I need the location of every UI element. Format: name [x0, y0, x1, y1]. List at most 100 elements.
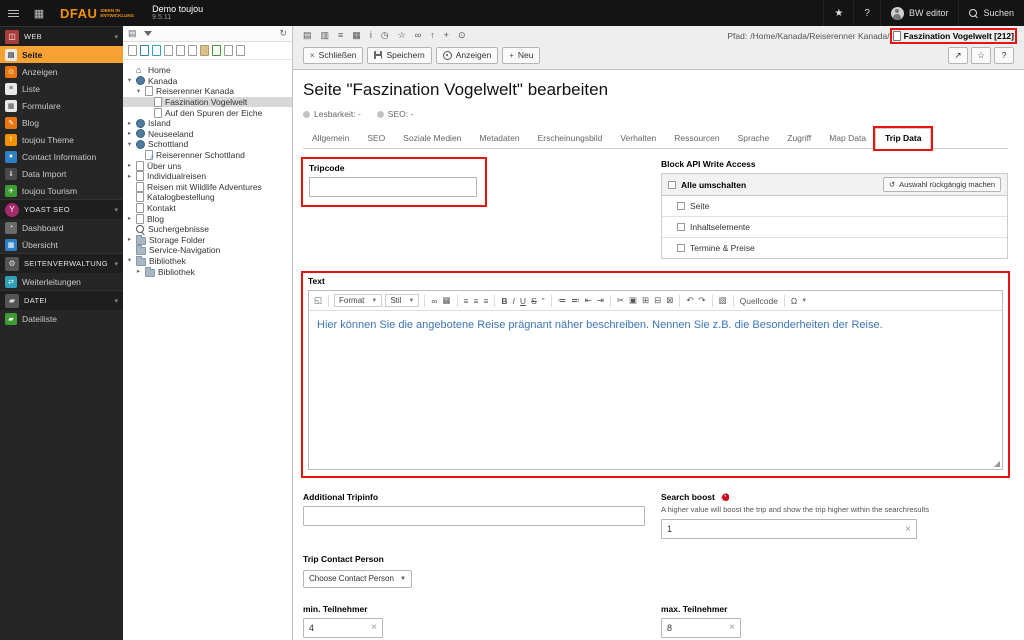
search-button[interactable]: Suchen	[958, 0, 1024, 26]
module-item-blog[interactable]: ✎ Blog	[0, 114, 123, 131]
indent-icon[interactable]: ⇥	[596, 295, 605, 306]
history-icon[interactable]: ◷	[381, 29, 389, 42]
refresh-icon[interactable]: ↻	[279, 28, 287, 39]
save-button[interactable]: Speichern	[367, 46, 432, 64]
max-participants-input[interactable]: 8 ×	[661, 617, 741, 638]
tree-expand-toggle[interactable]: ▸	[126, 130, 133, 137]
tree-node-ueber-uns[interactable]: ▸ Über uns	[123, 160, 292, 171]
tree-expand-toggle[interactable]: ▸	[135, 268, 142, 275]
tree-node-bibliothek-child[interactable]: ▸ Bibliothek	[123, 266, 292, 277]
module-item-data-import[interactable]: ⇓ Data Import	[0, 165, 123, 182]
tree-expand-toggle[interactable]: ▸	[126, 120, 133, 127]
special-char-icon[interactable]: Ω	[790, 296, 798, 306]
tab-ressourcen[interactable]: Ressourcen	[665, 129, 728, 148]
brand-logo[interactable]: DFAU IDEEN IN ENTWICKLUNG	[52, 0, 142, 26]
min-participants-input[interactable]: 4 ×	[303, 617, 383, 638]
menu-icon[interactable]: ≡	[338, 29, 343, 42]
tree-node-katalogbestellung[interactable]: Katalogbestellung	[123, 192, 292, 203]
redo-icon[interactable]: ↷	[697, 295, 706, 306]
drag-new-recycler-icon[interactable]	[212, 45, 221, 56]
clear-icon[interactable]: ×	[905, 524, 911, 535]
sourcecode-button[interactable]: Quellcode	[739, 296, 779, 306]
paste-word-icon[interactable]: ⊠	[665, 295, 674, 306]
drag-new-link-icon[interactable]	[152, 45, 161, 56]
open-in-window-button[interactable]: ↗	[948, 46, 968, 64]
bookmark-button[interactable]: ☆	[971, 46, 991, 64]
tree-node-storage-folder[interactable]: ▸ Storage Folder	[123, 234, 292, 246]
drag-new-shortcut-icon[interactable]	[140, 45, 149, 56]
image-icon[interactable]: ▧	[718, 295, 728, 306]
module-item-dashboard[interactable]: ◔ Dashboard	[0, 219, 123, 236]
clear-icon[interactable]: ×	[371, 622, 377, 633]
resize-handle[interactable]: ◢	[994, 459, 1000, 468]
user-record-icon[interactable]: ⊙	[458, 29, 466, 42]
tree-node-kontakt[interactable]: Kontakt	[123, 203, 292, 214]
align-left-icon[interactable]: ≡	[463, 296, 470, 306]
tree-node-home[interactable]: ⌂ Home	[123, 65, 292, 76]
drag-new-spacer-icon[interactable]	[176, 45, 185, 56]
tripinfo-input[interactable]	[303, 506, 645, 526]
columns-icon[interactable]: ▦	[352, 29, 361, 42]
tree-node-kanada[interactable]: ▾ Kanada	[123, 76, 292, 87]
strikethrough-icon[interactable]: S	[530, 296, 538, 306]
module-group-yoast[interactable]: Y YOAST SEO ▾	[0, 199, 123, 219]
info-icon[interactable]: i	[370, 29, 372, 42]
tab-allgemein[interactable]: Allgemein	[303, 129, 358, 148]
close-button[interactable]: × Schließen	[303, 46, 364, 64]
bold-icon[interactable]: B	[500, 296, 508, 306]
module-item-contact-information[interactable]: ● Contact Information	[0, 148, 123, 165]
drag-new-menu-icon[interactable]	[188, 45, 197, 56]
module-item-liste[interactable]: ≡ Liste	[0, 80, 123, 97]
tree-node-suchergebnisse[interactable]: Suchergebnisse	[123, 224, 292, 235]
clear-icon[interactable]: ×	[729, 622, 735, 633]
paste-icon[interactable]: ⊞	[641, 295, 650, 306]
new-button[interactable]: + Neu	[502, 46, 541, 64]
outdent-icon[interactable]: ⇤	[584, 295, 593, 306]
tree-node-auf-den-spuren-der-eiche[interactable]: Auf den Spuren der Eiche	[123, 107, 292, 118]
cut-icon[interactable]: ✂	[616, 295, 625, 306]
format-dropdown[interactable]: Format ▼	[334, 294, 383, 307]
undo-icon[interactable]: ↶	[685, 295, 694, 306]
tree-node-reisen-mit-wildlife-adventures[interactable]: Reisen mit Wildlife Adventures	[123, 181, 292, 193]
contact-select[interactable]: Choose Contact Person ▼	[303, 569, 412, 588]
up-level-icon[interactable]: ↑	[430, 29, 435, 42]
unordered-list-icon[interactable]: ≕	[570, 295, 581, 306]
checkbox[interactable]	[677, 223, 685, 231]
align-center-icon[interactable]: ≡	[472, 296, 479, 306]
tree-node-blog[interactable]: ▸ Blog	[123, 213, 292, 224]
link-icon[interactable]: ∞	[415, 29, 421, 42]
maximize-icon[interactable]: ◱	[313, 295, 323, 306]
module-group-seitenverwaltung[interactable]: ⚙ SEITENVERWALTUNG ▾	[0, 253, 123, 273]
checkbox[interactable]	[677, 202, 685, 210]
tripcode-input[interactable]	[309, 177, 477, 197]
tree-collapse-toggle[interactable]: ▾	[126, 141, 133, 148]
tree-node-individualreisen[interactable]: ▸ Individualreisen	[123, 171, 292, 182]
tree-collapse-toggle[interactable]: ▾	[126, 257, 133, 264]
module-item-formulare[interactable]: ▦ Formulare	[0, 97, 123, 114]
module-grid-button[interactable]: ▦	[26, 0, 52, 26]
copy-icon[interactable]: ▣	[628, 295, 638, 306]
tree-node-service-navigation[interactable]: Service-Navigation	[123, 245, 292, 256]
tree-node-bibliothek[interactable]: ▾ Bibliothek	[123, 255, 292, 267]
filter-icon[interactable]	[143, 31, 152, 36]
module-item-uebersicht[interactable]: ▦ Übersicht	[0, 236, 123, 253]
align-right-icon[interactable]: ≡	[482, 296, 489, 306]
drag-new-special-icon[interactable]	[236, 45, 245, 56]
current-record[interactable]: Faszination Vogelwelt [212]	[889, 27, 1018, 44]
tab-zugriff[interactable]: Zugriff	[778, 129, 820, 148]
link-icon[interactable]: ∞	[430, 296, 438, 306]
user-menu[interactable]: BW editor	[879, 0, 959, 26]
table-icon[interactable]: ▦	[441, 295, 451, 306]
module-item-dateiliste[interactable]: ▰ Dateiliste	[0, 310, 123, 327]
module-item-anzeigen[interactable]: ⊙ Anzeigen	[0, 63, 123, 80]
list-view-icon[interactable]: ▥	[321, 29, 330, 42]
blockapi-option-seite[interactable]: Seite	[662, 196, 1007, 217]
italic-icon[interactable]: I	[512, 296, 516, 306]
tab-soziale-medien[interactable]: Soziale Medien	[394, 129, 470, 148]
module-item-seite[interactable]: ▤ Seite	[0, 46, 123, 63]
drag-new-folder-icon[interactable]	[200, 45, 209, 56]
view-button[interactable]: Anzeigen	[435, 46, 499, 64]
undo-selection-button[interactable]: ↺ Auswahl rückgängig machen	[882, 177, 1001, 192]
drag-new-divider-icon[interactable]	[224, 45, 233, 56]
help-button[interactable]: ?	[853, 0, 880, 26]
